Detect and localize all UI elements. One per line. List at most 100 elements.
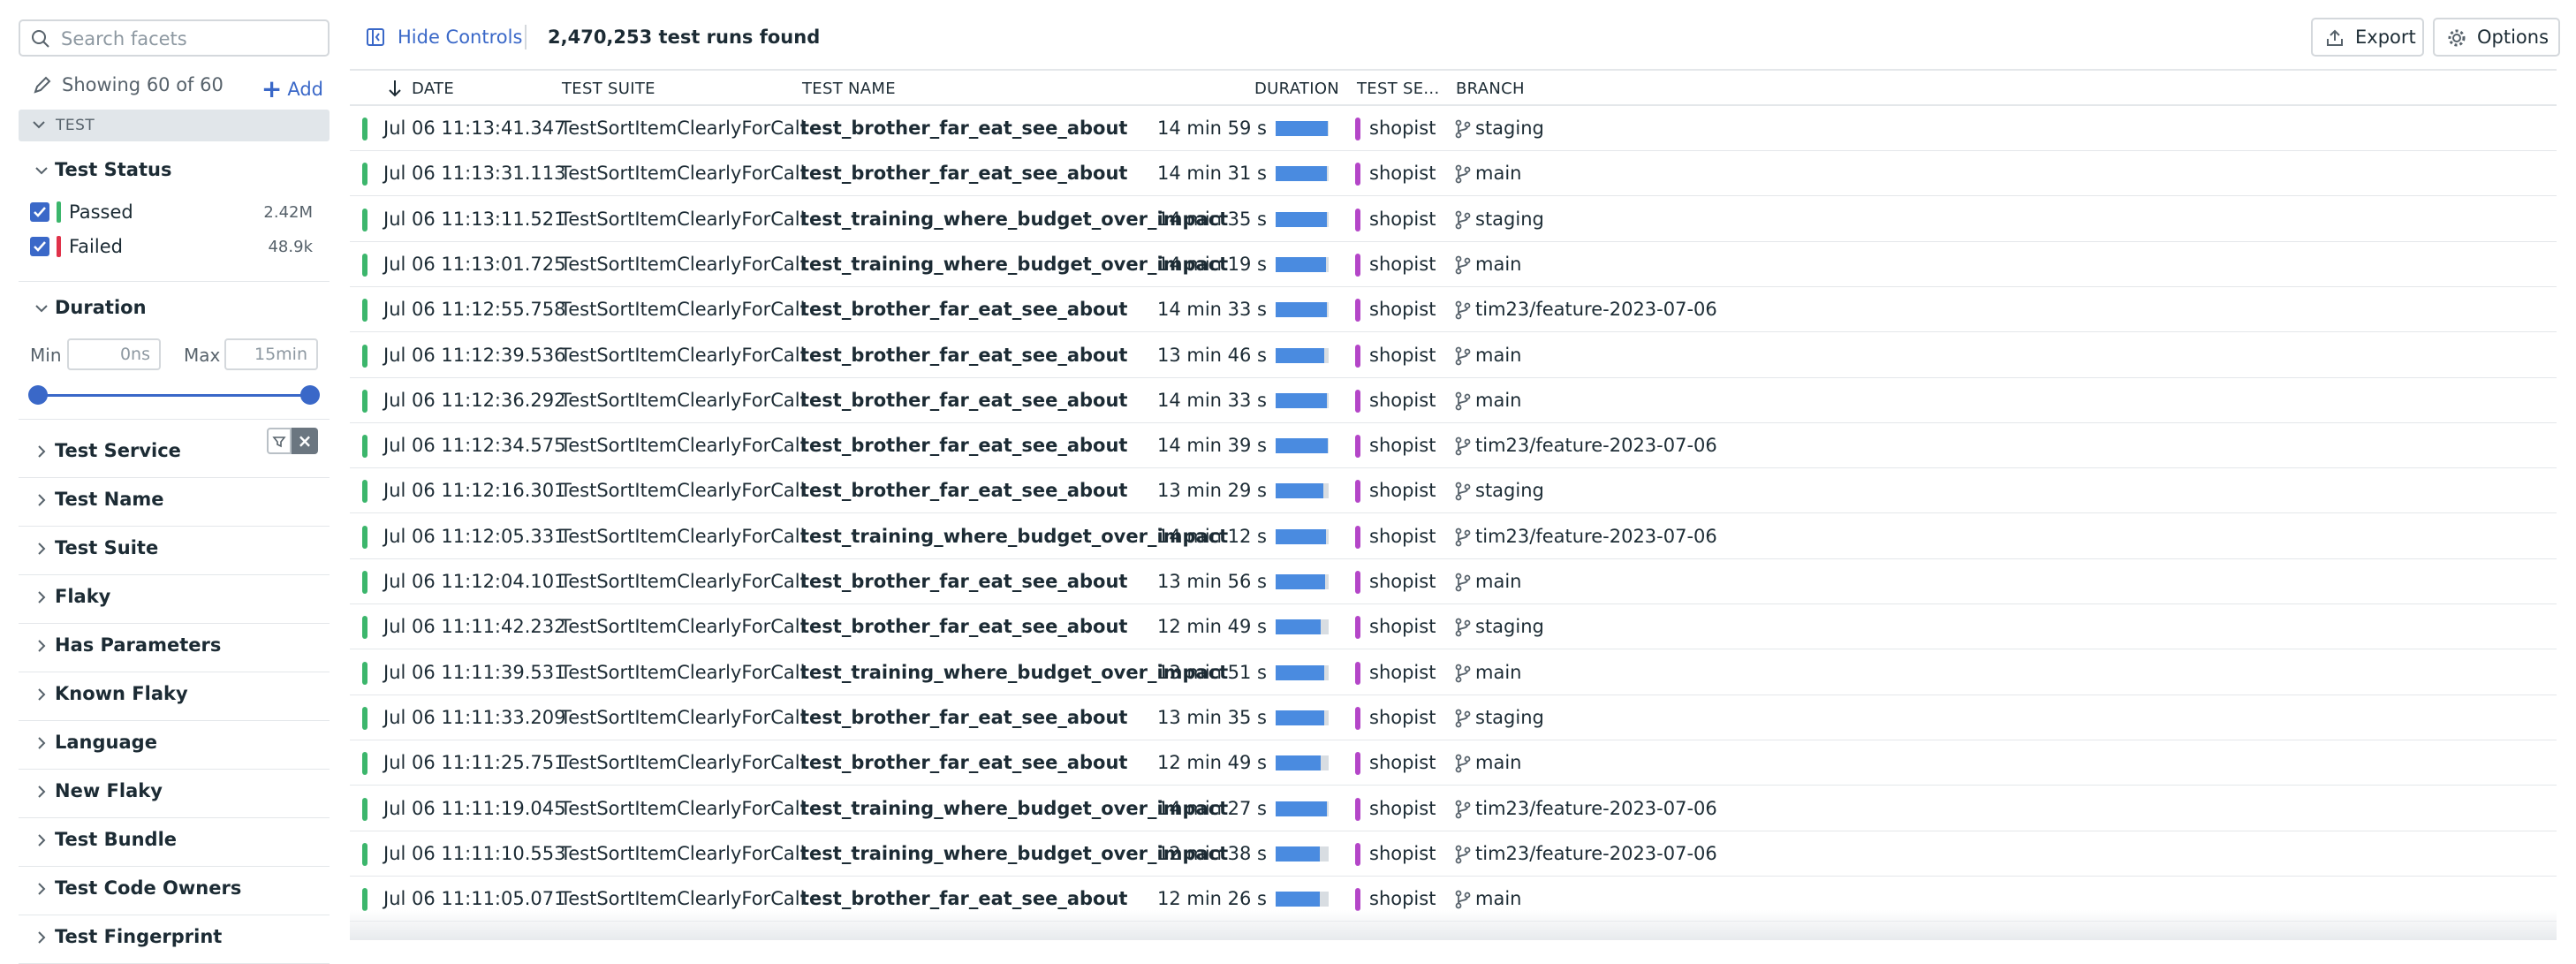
clear-icon[interactable]: × [292, 428, 318, 454]
column-header-test-name[interactable]: TEST NAME [802, 80, 896, 98]
table-row[interactable]: Jul 06 11:11:19.045 TestSortItemClearlyFo… [350, 786, 2557, 831]
facet-test-fingerprint[interactable]: Test Fingerprint [55, 926, 222, 947]
search-facets-input[interactable]: Search facets [19, 19, 330, 57]
check-icon [34, 241, 46, 252]
cell-branch[interactable]: main [1475, 163, 1521, 184]
chevron-right-icon[interactable] [34, 444, 49, 459]
chevron-right-icon[interactable] [34, 784, 49, 800]
duration-slider-min-handle[interactable] [28, 385, 48, 405]
cell-branch[interactable]: main [1475, 571, 1521, 592]
cell-test-service: shopist [1369, 253, 1436, 275]
table-row[interactable]: Jul 06 11:12:39.536 TestSortItemClearlyFo… [350, 333, 2557, 378]
table-row[interactable]: Jul 06 11:11:39.531 TestSortItemClearlyFo… [350, 650, 2557, 695]
facet-test-code-owners[interactable]: Test Code Owners [55, 877, 241, 899]
facet-known-flaky[interactable]: Known Flaky [55, 683, 188, 704]
cell-branch[interactable]: tim23/feature-2023-07-06 [1475, 843, 1717, 864]
table-row[interactable]: Jul 06 11:13:11.521 TestSortItemClearlyFo… [350, 197, 2557, 242]
cell-test-service: shopist [1369, 389, 1436, 411]
column-header-date[interactable]: DATE [412, 80, 454, 98]
cell-branch[interactable]: tim23/feature-2023-07-06 [1475, 435, 1717, 456]
cell-branch[interactable]: tim23/feature-2023-07-06 [1475, 526, 1717, 547]
status-failed-row[interactable]: Failed 48.9k [30, 234, 313, 261]
column-header-duration[interactable]: DURATION [1254, 80, 1339, 98]
chevron-right-icon[interactable] [34, 735, 49, 751]
duration-bar-fill [1276, 211, 1327, 227]
passed-color-bar [57, 201, 61, 223]
table-row[interactable]: Jul 06 11:12:55.758 TestSortItemClearlyFo… [350, 287, 2557, 333]
chevron-down-icon[interactable] [34, 300, 49, 316]
table-row[interactable]: Jul 06 11:11:42.232 TestSortItemClearlyFo… [350, 604, 2557, 650]
cell-branch[interactable]: staging [1475, 707, 1544, 728]
cell-branch[interactable]: tim23/feature-2023-07-06 [1475, 299, 1717, 320]
cell-branch[interactable]: main [1475, 888, 1521, 909]
chevron-right-icon[interactable] [34, 930, 49, 945]
facet-test-service[interactable]: Test Service [55, 440, 181, 461]
passed-checkbox[interactable] [30, 202, 49, 222]
table-row[interactable]: Jul 06 11:12:04.101 TestSortItemClearlyFo… [350, 559, 2557, 604]
facet-duration[interactable]: Duration [55, 297, 147, 318]
section-header-test[interactable]: TEST [19, 110, 330, 141]
facet-test-bundle[interactable]: Test Bundle [55, 829, 177, 850]
duration-min-input[interactable]: 0ns [67, 338, 161, 370]
duration-bar-fill [1276, 483, 1323, 499]
cell-date: Jul 06 11:12:04.101 [383, 571, 566, 592]
export-icon [2327, 29, 2343, 46]
duration-slider-track[interactable] [37, 394, 311, 397]
cell-branch[interactable]: main [1475, 345, 1521, 366]
failed-checkbox[interactable] [30, 237, 49, 256]
sort-desc-icon[interactable] [387, 78, 403, 99]
column-header-test-service[interactable]: TEST SE... [1357, 80, 1439, 98]
facet-new-flaky[interactable]: New Flaky [55, 780, 163, 801]
table-row[interactable]: Jul 06 11:12:16.301 TestSortItemClearlyFo… [350, 468, 2557, 514]
chevron-right-icon[interactable] [34, 541, 49, 557]
cell-branch[interactable]: main [1475, 390, 1521, 411]
table-row[interactable]: Jul 06 11:11:33.209 TestSortItemClearlyFo… [350, 695, 2557, 740]
table-row[interactable]: Jul 06 11:12:34.575 TestSortItemClearlyFo… [350, 423, 2557, 469]
status-indicator [362, 389, 367, 413]
table-row[interactable]: Jul 06 11:12:36.292 TestSortItemClearlyFo… [350, 378, 2557, 423]
facet-test-suite[interactable]: Test Suite [55, 537, 158, 558]
chevron-right-icon[interactable] [34, 881, 49, 897]
duration-bar-fill [1276, 664, 1324, 680]
facet-has-parameters[interactable]: Has Parameters [55, 634, 221, 656]
duration-bar [1276, 121, 1329, 136]
cell-branch[interactable]: staging [1475, 118, 1544, 139]
facet-flaky[interactable]: Flaky [55, 586, 110, 607]
table-row[interactable]: Jul 06 11:13:31.113 TestSortItemClearlyFo… [350, 151, 2557, 197]
duration-slider-max-handle[interactable] [300, 385, 320, 405]
chevron-right-icon[interactable] [34, 687, 49, 702]
duration-max-input[interactable]: 15min [224, 338, 318, 370]
cell-branch[interactable]: main [1475, 254, 1521, 275]
cell-test-suite: TestSortItemClearlyForCall [560, 706, 806, 728]
chevron-right-icon[interactable] [34, 832, 49, 848]
filter-icon[interactable] [267, 428, 292, 454]
cell-test-name: test_brother_far_eat_see_about [800, 389, 1128, 411]
cell-branch[interactable]: main [1475, 662, 1521, 683]
chevron-right-icon[interactable] [34, 589, 49, 605]
cell-branch[interactable]: staging [1475, 616, 1544, 637]
cell-test-service: shopist [1369, 118, 1436, 139]
table-row[interactable]: Jul 06 11:11:25.751 TestSortItemClearlyFo… [350, 740, 2557, 786]
add-facet-button[interactable]: + Add [261, 72, 323, 103]
table-row[interactable]: Jul 06 11:11:10.553 TestSortItemClearlyFo… [350, 831, 2557, 877]
export-button[interactable]: Export [2311, 18, 2424, 57]
pencil-icon[interactable] [32, 74, 53, 95]
cell-branch[interactable]: staging [1475, 480, 1544, 501]
table-row[interactable]: Jul 06 11:13:01.725 TestSortItemClearlyFo… [350, 242, 2557, 287]
table-row[interactable]: Jul 06 11:13:41.347 TestSortItemClearlyFo… [350, 106, 2557, 151]
chevron-right-icon[interactable] [34, 492, 49, 508]
column-header-test-suite[interactable]: TEST SUITE [562, 80, 655, 98]
cell-test-suite: TestSortItemClearlyForCall [560, 661, 806, 683]
facet-test-status[interactable]: Test Status [55, 159, 171, 180]
chevron-right-icon[interactable] [34, 638, 49, 654]
cell-branch[interactable]: staging [1475, 209, 1544, 230]
table-row[interactable]: Jul 06 11:12:05.331 TestSortItemClearlyFo… [350, 514, 2557, 559]
facet-test-name[interactable]: Test Name [55, 489, 164, 510]
facet-language[interactable]: Language [55, 732, 157, 753]
column-header-branch[interactable]: BRANCH [1456, 80, 1525, 98]
chevron-down-icon[interactable] [34, 163, 49, 178]
cell-branch[interactable]: main [1475, 752, 1521, 773]
options-button[interactable]: Options [2433, 18, 2560, 57]
status-passed-row[interactable]: Passed 2.42M [30, 200, 313, 226]
cell-branch[interactable]: tim23/feature-2023-07-06 [1475, 798, 1717, 819]
